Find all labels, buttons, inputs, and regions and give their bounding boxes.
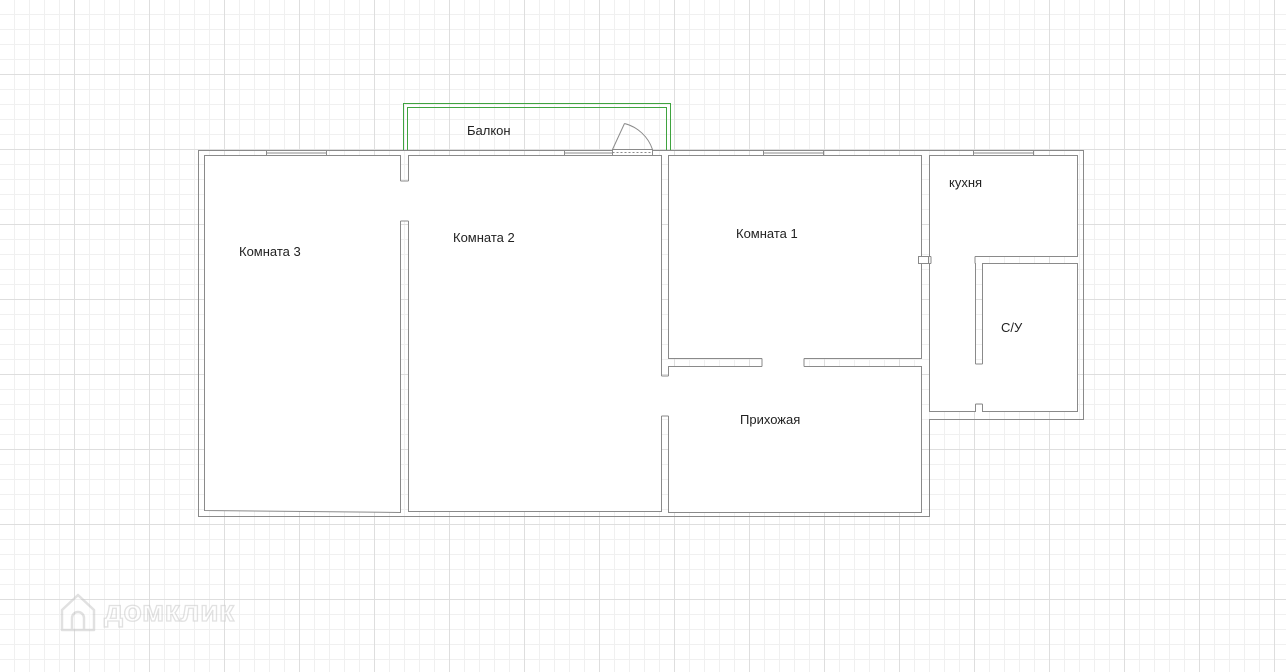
- room-1-interior: [668, 155, 922, 359]
- door-room1-hallway: [762, 357, 804, 368]
- door-corridor-bathroom: [974, 364, 984, 404]
- door-kitchen-corridor: [931, 255, 975, 265]
- balcony-outline: [403, 103, 671, 151]
- hallway-interior: [668, 366, 922, 513]
- watermark: домклик: [58, 590, 235, 634]
- label-room-1: Комната 1: [736, 226, 798, 241]
- floor-plan-stage: Балкон Комната 3 Комната 2 Комната 1 кух…: [0, 0, 1286, 672]
- room-3-interior: [204, 155, 401, 514]
- door-room3-room2: [399, 181, 410, 221]
- watermark-text: домклик: [103, 594, 235, 628]
- label-kitchen: кухня: [949, 175, 983, 190]
- label-bathroom: С/У: [1001, 320, 1023, 335]
- wall-stub: [918, 256, 929, 264]
- label-room-3: Комната 3: [239, 244, 301, 259]
- label-hallway: Прихожая: [740, 412, 801, 427]
- room-2-interior: [408, 155, 662, 512]
- door-room2-hallway: [660, 376, 670, 416]
- balcony-door: [612, 123, 653, 156]
- room-interiors: [204, 155, 1078, 514]
- label-balcony: Балкон: [467, 123, 511, 138]
- floor-plan-diagram: [198, 103, 1084, 517]
- corridor-interior: [929, 263, 976, 412]
- house-icon: [60, 593, 96, 632]
- label-room-2: Комната 2: [453, 230, 515, 245]
- kitchen-interior: [929, 155, 1078, 257]
- bathroom-interior: [982, 263, 1078, 412]
